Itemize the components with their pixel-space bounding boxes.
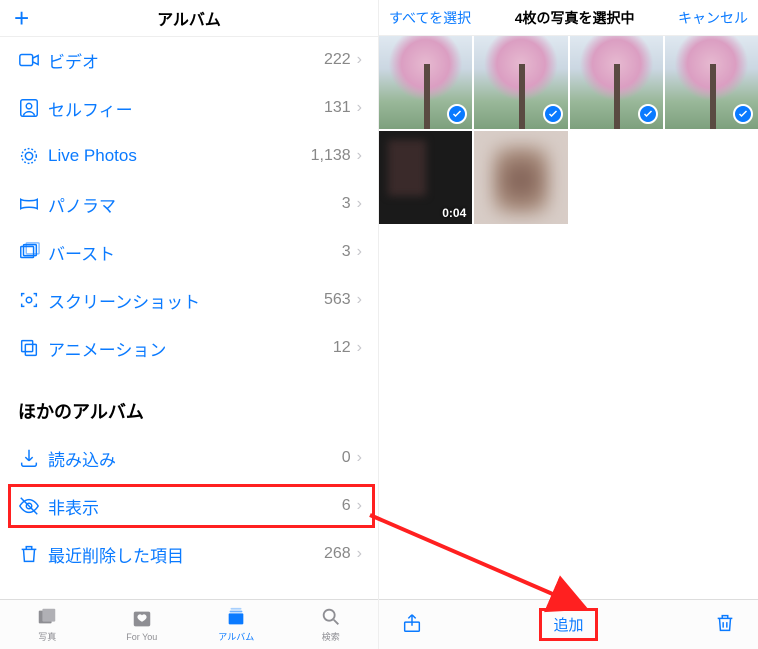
import-icon <box>18 447 48 469</box>
tab-photos[interactable]: 写真 <box>0 600 95 649</box>
row-count: 131 <box>324 99 351 117</box>
selected-check-icon <box>638 104 658 124</box>
tab-label: アルバム <box>218 630 254 643</box>
photo-thumb[interactable] <box>474 36 567 129</box>
chevron-right-icon: › <box>357 147 362 165</box>
row-label: パノラマ <box>48 192 342 217</box>
row-count: 268 <box>324 545 351 563</box>
row-label: 読み込み <box>48 446 342 471</box>
chevron-right-icon: › <box>357 545 362 563</box>
photo-thumb[interactable] <box>474 131 567 224</box>
cancel-button[interactable]: キャンセル <box>678 8 748 28</box>
chevron-right-icon: › <box>357 243 362 261</box>
row-panorama[interactable]: パノラマ 3 › <box>0 180 378 228</box>
video-icon <box>18 49 48 71</box>
row-label: Live Photos <box>48 146 311 166</box>
other-albums-header: ほかのアルバム <box>0 372 378 434</box>
photo-thumb[interactable] <box>379 36 472 129</box>
row-label: バースト <box>48 240 342 265</box>
albums-title: アルバム <box>157 6 221 30</box>
add-button-wrap: 追加 <box>539 608 597 641</box>
albums-list: ビデオ 222 › セルフィー 131 › Live Photos 1,138 … <box>0 36 378 599</box>
select-all-button[interactable]: すべてを選択 <box>389 8 471 28</box>
tab-bar: 写真 For You アルバム 検索 <box>0 599 378 649</box>
tab-label: 写真 <box>38 630 56 643</box>
selfie-icon <box>18 97 48 119</box>
add-button[interactable]: 追加 <box>553 617 583 634</box>
burst-icon <box>18 241 48 263</box>
albums-pane: + アルバム ビデオ 222 › セルフィー 131 › Live Photos… <box>0 0 379 649</box>
selection-header: すべてを選択 4枚の写真を選択中 キャンセル <box>379 0 758 36</box>
chevron-right-icon: › <box>357 291 362 309</box>
row-screenshot[interactable]: スクリーンショット 563 › <box>0 276 378 324</box>
photo-thumb[interactable] <box>570 36 663 129</box>
live-photos-icon <box>18 145 48 167</box>
row-label: アニメーション <box>48 336 333 361</box>
row-count: 3 <box>342 243 351 261</box>
row-burst[interactable]: バースト 3 › <box>0 228 378 276</box>
row-count: 12 <box>333 339 351 357</box>
albums-header: + アルバム <box>0 0 378 36</box>
highlight-hidden: 非表示 6 › <box>0 482 378 530</box>
selection-pane: すべてを選択 4枚の写真を選択中 キャンセル 0:04 追加 <box>379 0 758 649</box>
tab-label: 検索 <box>322 630 340 643</box>
chevron-right-icon: › <box>357 339 362 357</box>
selection-toolbar: 追加 <box>379 599 758 649</box>
tab-search[interactable]: 検索 <box>284 600 379 649</box>
row-count: 0 <box>342 449 351 467</box>
row-label: 非表示 <box>48 494 342 519</box>
share-button[interactable] <box>401 611 423 639</box>
animation-icon <box>18 337 48 359</box>
row-live-photos[interactable]: Live Photos 1,138 › <box>0 132 378 180</box>
delete-button[interactable] <box>714 611 736 639</box>
tab-label: For You <box>126 632 157 642</box>
tab-foryou[interactable]: For You <box>95 600 190 649</box>
video-thumb[interactable]: 0:04 <box>379 131 472 224</box>
row-count: 222 <box>324 51 351 69</box>
selected-check-icon <box>543 104 563 124</box>
row-selfie[interactable]: セルフィー 131 › <box>0 84 378 132</box>
row-import[interactable]: 読み込み 0 › <box>0 434 378 482</box>
photo-thumb[interactable] <box>665 36 758 129</box>
chevron-right-icon: › <box>357 99 362 117</box>
row-label: ビデオ <box>48 48 324 73</box>
row-hidden[interactable]: 非表示 6 › <box>0 482 378 530</box>
chevron-right-icon: › <box>357 449 362 467</box>
selected-check-icon <box>733 104 753 124</box>
row-label: 最近削除した項目 <box>48 542 324 567</box>
add-album-button[interactable]: + <box>14 5 29 31</box>
row-label: セルフィー <box>48 96 324 121</box>
hidden-icon <box>18 495 48 517</box>
chevron-right-icon: › <box>357 51 362 69</box>
video-duration: 0:04 <box>442 206 466 220</box>
trash-icon <box>18 543 48 565</box>
row-count: 3 <box>342 195 351 213</box>
screenshot-icon <box>18 289 48 311</box>
panorama-icon <box>18 193 48 215</box>
row-animation[interactable]: アニメーション 12 › <box>0 324 378 372</box>
row-recently-deleted[interactable]: 最近削除した項目 268 › <box>0 530 378 578</box>
chevron-right-icon: › <box>357 195 362 213</box>
chevron-right-icon: › <box>357 497 362 515</box>
row-count: 563 <box>324 291 351 309</box>
photo-grid: 0:04 <box>379 36 758 599</box>
tab-albums[interactable]: アルバム <box>189 600 284 649</box>
row-label: スクリーンショット <box>48 288 324 313</box>
selection-count: 4枚の写真を選択中 <box>515 8 635 28</box>
row-count: 1,138 <box>311 147 351 165</box>
row-video[interactable]: ビデオ 222 › <box>0 36 378 84</box>
row-count: 6 <box>342 497 351 515</box>
